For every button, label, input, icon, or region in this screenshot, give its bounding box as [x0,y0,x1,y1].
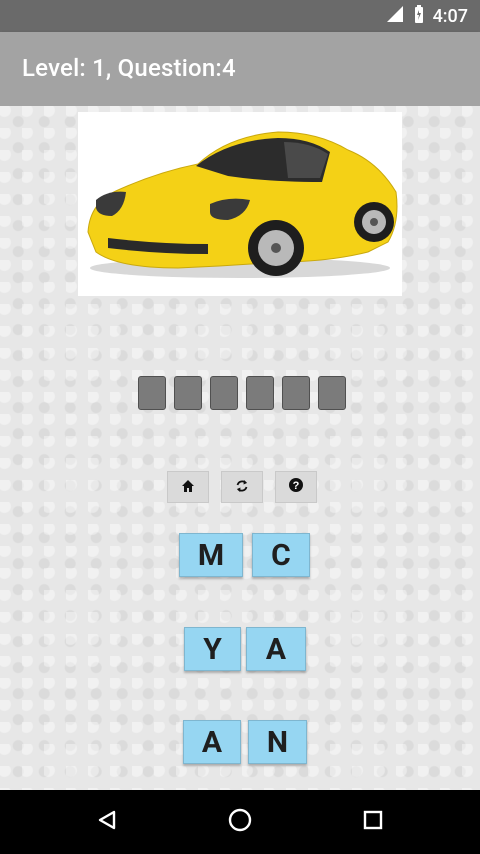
back-button[interactable] [91,806,123,838]
answer-slots [138,376,346,410]
help-icon: ? [288,477,304,497]
recents-button[interactable] [357,806,389,838]
letter-tile[interactable]: N [248,720,307,764]
svg-text:?: ? [293,480,300,492]
letter-tile[interactable]: A [246,627,306,671]
game-area: ? M C Y A A N [0,106,480,790]
letter-tile[interactable]: Y [184,627,241,671]
answer-slot[interactable] [318,376,346,410]
letter-tile[interactable]: A [183,720,241,764]
yellow-sports-car-image [78,112,402,296]
answer-slot[interactable] [174,376,202,410]
app-toolbar: Level: 1, Question:4 [0,32,480,106]
letter-tile[interactable]: M [179,533,243,577]
answer-slot[interactable] [138,376,166,410]
home-nav-button[interactable] [224,806,256,838]
answer-slot[interactable] [282,376,310,410]
letter-tile[interactable]: C [252,533,310,577]
help-button[interactable]: ? [275,471,317,503]
answer-slot[interactable] [210,376,238,410]
status-bar: 4:07 [0,0,480,32]
signal-icon [385,4,405,28]
battery-icon [413,4,425,28]
recents-icon [362,809,384,835]
status-icons: 4:07 [385,0,468,32]
shuffle-button[interactable] [221,471,263,503]
home-icon [181,478,195,497]
answer-slot[interactable] [246,376,274,410]
page-title: Level: 1, Question:4 [22,54,236,82]
puzzle-image [78,112,402,296]
refresh-icon [235,478,249,497]
control-buttons: ? [167,471,317,503]
home-button[interactable] [167,471,209,503]
home-circle-icon [228,808,252,836]
back-icon [96,809,118,835]
navigation-bar [0,790,480,854]
clock: 4:07 [432,5,468,27]
